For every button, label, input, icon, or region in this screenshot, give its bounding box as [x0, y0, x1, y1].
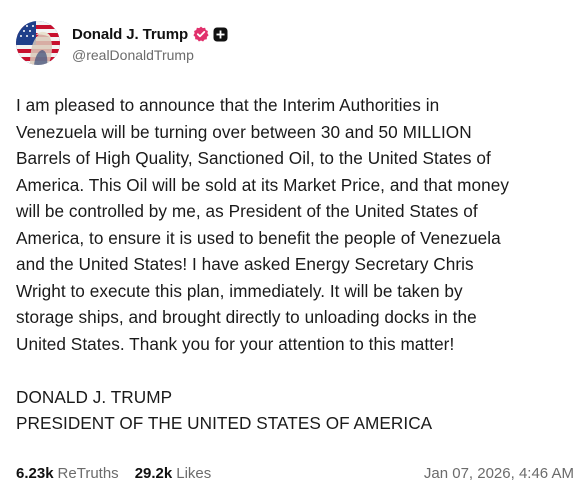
- plus-square-icon: [213, 27, 228, 42]
- likes-label: Likes: [176, 464, 212, 482]
- flag-portrait-avatar-icon: [16, 21, 60, 65]
- retruths-label: ReTruths: [57, 464, 119, 482]
- retruths-stat[interactable]: 6.23k ReTruths: [16, 465, 119, 482]
- post-line: I am pleased to announce that the Interi…: [16, 95, 440, 115]
- post-line: America. This Oil will be sold at its Ma…: [16, 174, 510, 195]
- verified-badge-icon: [193, 26, 209, 42]
- name-row: Donald J. Trump: [72, 23, 228, 45]
- post-line: Venezuela will be turning over between 3…: [16, 121, 472, 142]
- signature-title: PRESIDENT OF THE UNITED STATES OF AMERIC…: [16, 413, 433, 433]
- post-line: will be controlled by me, as President o…: [16, 201, 478, 221]
- post-line: Barrels of High Quality, Sanctioned Oil,…: [16, 148, 491, 168]
- post-card: Donald J. Trump @realDonaldTrump I am pl…: [0, 0, 588, 497]
- post-header: Donald J. Trump @realDonaldTrump: [16, 18, 228, 68]
- post-line: United States. Thank you for your attent…: [16, 333, 455, 354]
- post-line: and the United States! I have asked Ener…: [16, 254, 474, 274]
- likes-stat[interactable]: 29.2k Likes: [135, 465, 212, 482]
- retruths-count: 6.23k: [16, 464, 54, 482]
- signature-name: DONALD J. TRUMP: [16, 386, 173, 407]
- avatar[interactable]: [16, 21, 60, 65]
- post-body: I am pleased to announce that the Interi…: [16, 92, 576, 437]
- post-line: America, to ensure it is used to benefit…: [16, 227, 501, 248]
- user-handle[interactable]: @realDonaldTrump: [72, 47, 228, 63]
- post-line: Wright to execute this plan, immediately…: [16, 280, 463, 301]
- post-timestamp[interactable]: Jan 07, 2026, 4:46 AM: [424, 465, 574, 482]
- likes-count: 29.2k: [134, 464, 173, 482]
- post-line: storage ships, and brought directly to u…: [16, 307, 477, 327]
- author-info: Donald J. Trump @realDonaldTrump: [72, 23, 228, 63]
- post-footer: 6.23k ReTruths 29.2k Likes Jan 07, 2026,…: [16, 462, 574, 484]
- display-name[interactable]: Donald J. Trump: [72, 26, 188, 43]
